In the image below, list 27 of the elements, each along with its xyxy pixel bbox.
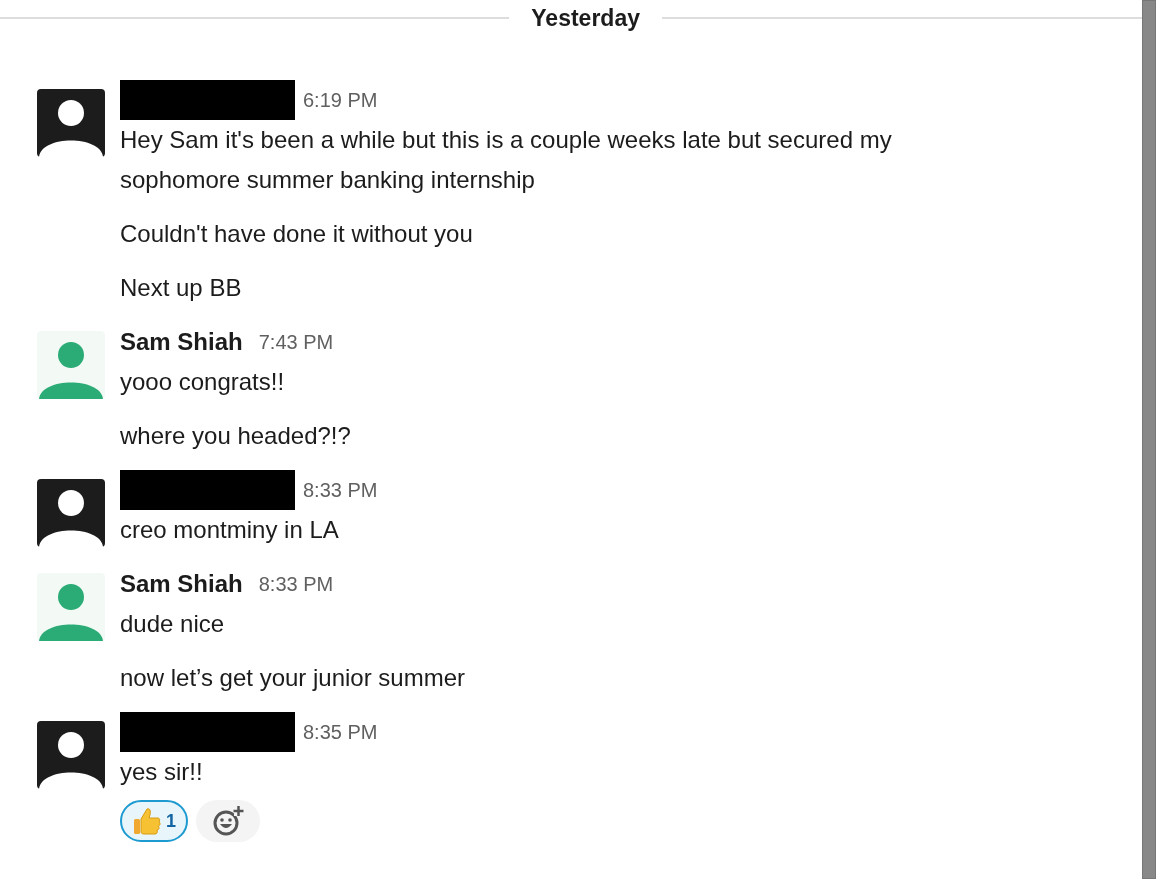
message-text: Hey Sam it's been a while but this is a couple weeks late but secured my sophomore summer banking internship	[120, 125, 893, 195]
smiley-plus-icon	[212, 805, 244, 837]
scrollbar-thumb[interactable]	[1142, 0, 1156, 879]
message-text: dude nice	[120, 609, 226, 639]
message-text: now let’s get your junior summer	[120, 663, 467, 693]
timestamp[interactable]: 8:35 PM	[303, 720, 378, 744]
message-text: Couldn't have done it without you	[120, 219, 474, 249]
author-name[interactable]: Sam Shiah	[120, 570, 243, 598]
message-text: where you headed?!?	[120, 421, 352, 451]
timestamp[interactable]: 8:33 PM	[258, 572, 334, 596]
thumbs-up-icon	[132, 806, 162, 836]
timestamp[interactable]: 8:33 PM	[303, 478, 378, 502]
avatar-icon	[37, 331, 105, 399]
avatar-icon	[37, 89, 105, 157]
message-text: yes sir!!	[120, 757, 204, 787]
add-reaction-button[interactable]	[196, 800, 260, 842]
avatar-icon	[37, 721, 105, 789]
message-text: creo montminy in LA	[120, 515, 340, 545]
timestamp[interactable]: 7:43 PM	[258, 330, 334, 354]
avatar-icon	[37, 479, 105, 547]
timestamp[interactable]: 6:19 PM	[303, 88, 378, 112]
avatar-icon	[37, 573, 105, 641]
author-name[interactable]: Sam Shiah	[120, 328, 243, 356]
reaction-pill[interactable]: 1	[120, 800, 188, 842]
message-text: yooo congrats!!	[120, 367, 286, 397]
message-text: Next up BB	[120, 273, 243, 303]
date-divider-label: Yesterday	[531, 4, 640, 32]
